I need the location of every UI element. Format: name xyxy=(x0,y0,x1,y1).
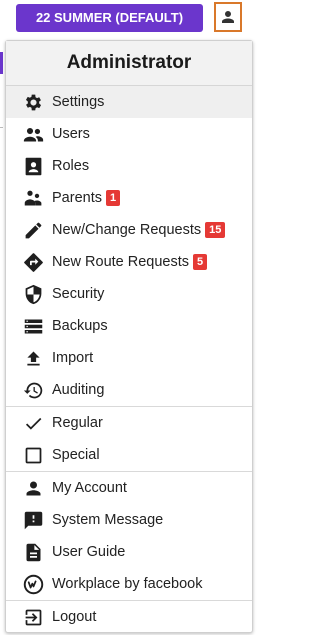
parents-icon xyxy=(22,187,44,209)
menu-item-parents[interactable]: Parents 1 xyxy=(6,182,252,214)
menu-item-workplace-by-facebook[interactable]: Workplace by facebook xyxy=(6,568,252,600)
menu-item-label: New/Change Requests xyxy=(52,222,202,238)
count-badge: 1 xyxy=(105,190,121,206)
menu-item-users[interactable]: Users xyxy=(6,118,252,150)
workplace-logo-icon xyxy=(22,573,44,595)
menu-title: Administrator xyxy=(6,41,252,86)
users-icon xyxy=(22,123,44,145)
message-alert-icon xyxy=(22,509,44,531)
contact-badge-icon xyxy=(22,155,44,177)
menu-item-label: My Account xyxy=(52,480,127,496)
menu-item-user-guide[interactable]: User Guide xyxy=(6,536,252,568)
background-tab-indicator xyxy=(0,52,3,74)
menu-item-label: Security xyxy=(52,286,105,302)
count-badge: 5 xyxy=(193,254,208,270)
menu-item-label: Special xyxy=(52,447,100,463)
shield-icon xyxy=(22,283,44,305)
menu-item-backups[interactable]: Backups xyxy=(6,310,252,342)
menu-item-label: Regular xyxy=(52,415,103,431)
menu-item-label: Parents xyxy=(52,190,102,206)
menu-item-system-message[interactable]: System Message xyxy=(6,504,252,536)
menu-item-security[interactable]: Security xyxy=(6,278,252,310)
route-arrow-icon xyxy=(22,251,44,273)
menu-item-label: Workplace by facebook xyxy=(52,576,203,592)
empty-checkbox-icon xyxy=(22,444,44,466)
history-icon xyxy=(22,379,44,401)
person-icon xyxy=(22,477,44,499)
pencil-icon xyxy=(22,219,44,241)
admin-dropdown-menu: Administrator Settings Users Roles Parents 1… xyxy=(5,40,253,633)
top-bar: 22 SUMMER (DEFAULT) xyxy=(0,0,254,36)
menu-item-label: New Route Requests xyxy=(52,254,190,270)
menu-item-special[interactable]: Special xyxy=(6,439,252,471)
menu-item-new-route-requests[interactable]: New Route Requests 5 xyxy=(6,246,252,278)
menu-item-label: Users xyxy=(52,126,90,142)
person-icon xyxy=(222,11,234,23)
document-icon xyxy=(22,541,44,563)
menu-item-label: User Guide xyxy=(52,544,126,560)
menu-item-label: Import xyxy=(52,350,94,366)
menu-item-auditing[interactable]: Auditing xyxy=(6,374,252,406)
backup-list-icon xyxy=(22,315,44,337)
checkmark-icon xyxy=(22,412,44,434)
menu-item-import[interactable]: Import xyxy=(6,342,252,374)
menu-item-roles[interactable]: Roles xyxy=(6,150,252,182)
menu-item-settings[interactable]: Settings xyxy=(6,86,252,118)
menu-item-label: Backups xyxy=(52,318,108,334)
count-badge: 15 xyxy=(205,222,226,238)
menu-item-label: Settings xyxy=(52,94,105,110)
menu-item-new-change-requests[interactable]: New/Change Requests 15 xyxy=(6,214,252,246)
term-selector-button[interactable]: 22 SUMMER (DEFAULT) xyxy=(16,4,203,32)
menu-item-label: System Message xyxy=(52,512,164,528)
menu-item-label: Auditing xyxy=(52,382,105,398)
menu-item-regular[interactable]: Regular xyxy=(6,407,252,439)
background-divider xyxy=(0,127,3,128)
upload-icon xyxy=(22,347,44,369)
menu-item-my-account[interactable]: My Account xyxy=(6,472,252,504)
menu-item-logout[interactable]: Logout xyxy=(6,601,252,633)
gear-icon xyxy=(22,91,44,113)
user-menu-button[interactable] xyxy=(214,2,242,32)
menu-item-label: Roles xyxy=(52,158,90,174)
menu-item-label: Logout xyxy=(52,609,97,625)
logout-icon xyxy=(22,606,44,628)
